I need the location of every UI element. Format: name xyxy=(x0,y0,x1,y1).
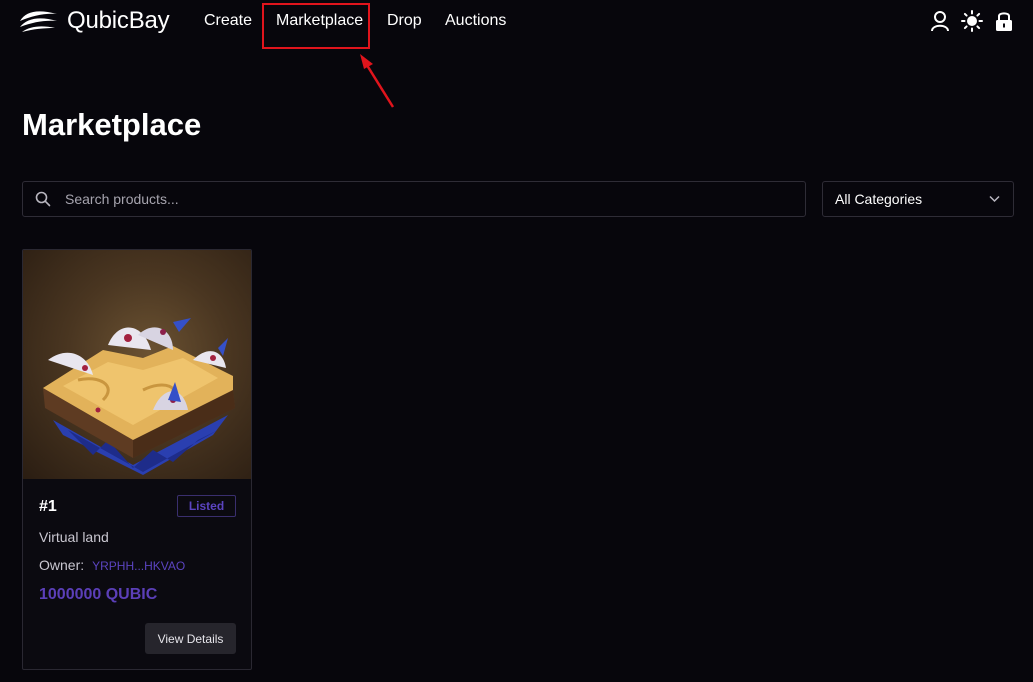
page-title: Marketplace xyxy=(22,107,202,142)
nav-drop[interactable]: Drop xyxy=(387,11,422,31)
header-actions xyxy=(929,9,1015,33)
top-navbar: QubicBay Create Marketplace Drop Auction… xyxy=(0,0,1033,108)
search-input[interactable] xyxy=(63,182,793,216)
owner-row: Owner: YRPHH...HKVAO xyxy=(39,557,185,575)
nav-auctions[interactable]: Auctions xyxy=(445,11,506,31)
lock-icon[interactable] xyxy=(993,9,1015,33)
product-image[interactable] xyxy=(23,250,251,479)
user-icon[interactable] xyxy=(929,9,951,33)
product-card: #1 Listed Virtual land Owner: YRPHH...HK… xyxy=(22,249,252,670)
brand-name: QubicBay xyxy=(67,7,170,34)
sun-icon[interactable] xyxy=(961,9,983,33)
view-details-button[interactable]: View Details xyxy=(145,623,236,654)
product-title: #1 xyxy=(39,498,57,515)
annotation-arrow-icon xyxy=(360,54,395,108)
owner-address-link[interactable]: YRPHH...HKVAO xyxy=(92,558,185,575)
chevron-down-icon xyxy=(989,195,1000,203)
wave-logo-icon xyxy=(20,11,57,32)
category-selected-value: All Categories xyxy=(835,191,923,207)
status-badge: Listed xyxy=(177,495,236,517)
virtual-land-artwork xyxy=(43,318,235,475)
marketplace-highlight-box xyxy=(262,3,370,49)
brand-logo[interactable]: QubicBay xyxy=(18,7,170,35)
product-category: Virtual land xyxy=(39,529,109,545)
category-select[interactable]: All Categories xyxy=(822,181,1014,217)
nav-create[interactable]: Create xyxy=(204,11,252,31)
search-icon xyxy=(35,191,51,207)
owner-label: Owner: xyxy=(39,557,85,573)
product-price: 1000000 QUBIC xyxy=(39,586,158,603)
search-box xyxy=(22,181,806,217)
